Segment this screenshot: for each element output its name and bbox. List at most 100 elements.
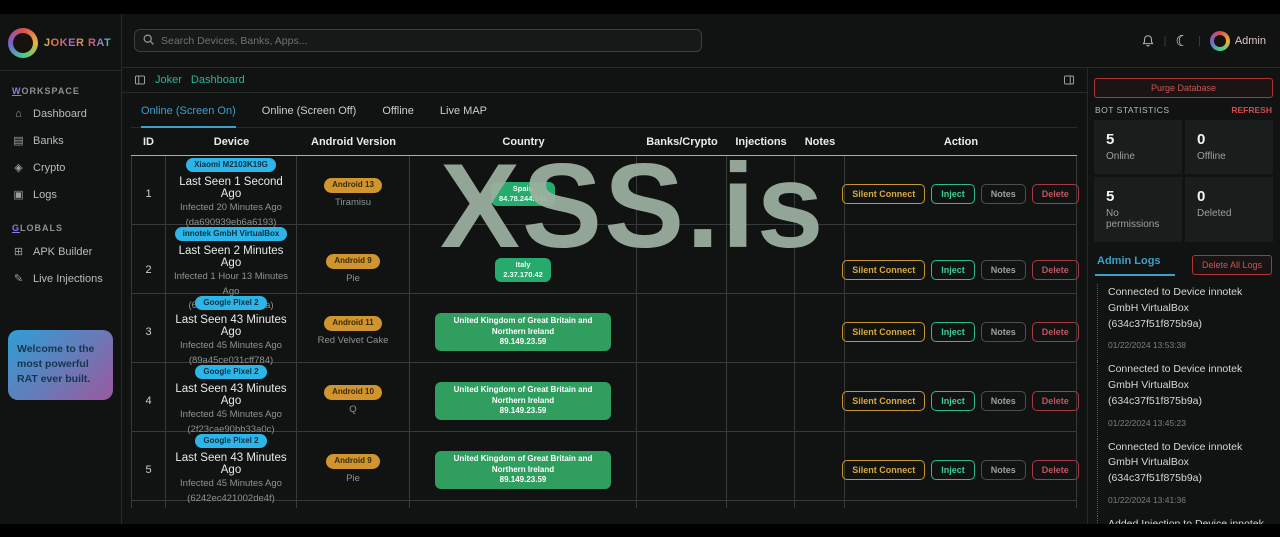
android-codename: Red Velvet Cake bbox=[317, 334, 389, 346]
col-action: Action bbox=[943, 136, 979, 148]
inject-button[interactable]: Inject bbox=[931, 459, 975, 480]
dark-mode-moon-icon[interactable]: ☾ bbox=[1176, 32, 1189, 50]
admin-log-list: Connected to Device innotek GmbH Virtual… bbox=[1094, 284, 1273, 524]
android-codename: Pie bbox=[346, 472, 360, 484]
sidebar-item[interactable]: ▣ Logs bbox=[0, 181, 121, 208]
delete-button[interactable]: Delete bbox=[1031, 321, 1079, 342]
country-badge: Italy 2.37.170.42 bbox=[495, 257, 551, 283]
home-icon: ⌂ bbox=[15, 108, 22, 120]
main-content: Joker Dashboard Online (Screen On) Onlin… bbox=[122, 68, 1088, 524]
inject-button[interactable]: Inject bbox=[931, 260, 975, 281]
notes-cell bbox=[795, 156, 845, 232]
sidebar-item[interactable]: ▤ Banks bbox=[0, 127, 121, 154]
inject-button[interactable]: Inject bbox=[931, 321, 975, 342]
col-notes: Notes bbox=[804, 136, 836, 148]
device-model-badge: Xiaomi M2103K19G bbox=[186, 158, 276, 173]
banks-crypto-cell bbox=[637, 156, 727, 232]
stat-card: 0 Offline bbox=[1185, 120, 1273, 174]
crypto-icon: ◈ bbox=[14, 162, 23, 174]
device-model-badge: innotek GmbH VirtualBox bbox=[174, 227, 288, 242]
sidebar-toggle-icon[interactable] bbox=[134, 74, 146, 86]
sidebar-item[interactable]: ⌂ Dashboard bbox=[0, 101, 121, 127]
sidebar-item[interactable]: ⊞ APK Builder bbox=[0, 238, 121, 265]
table-header: ID Device Android Version Country Banks/… bbox=[131, 128, 1077, 156]
row-actions: Silent Connect Inject Notes Delete bbox=[842, 321, 1079, 342]
silent-connect-button[interactable]: Silent Connect bbox=[842, 390, 926, 411]
notifications-bell-icon[interactable] bbox=[1141, 34, 1155, 48]
stat-label: Online bbox=[1106, 151, 1135, 162]
silent-connect-button[interactable]: Silent Connect bbox=[842, 459, 926, 480]
device-tab[interactable]: Online (Screen Off) bbox=[262, 105, 357, 128]
welcome-card: Welcome to the most powerful RAT ever bu… bbox=[8, 330, 113, 400]
country-name: Italy bbox=[515, 259, 531, 269]
country-name: Spain bbox=[512, 183, 534, 193]
country-badge: United Kingdom of Great Britain and Nort… bbox=[435, 381, 611, 421]
log-entry: Connected to Device innotek GmbH Virtual… bbox=[1097, 284, 1273, 362]
sidebar-item-label: Banks bbox=[33, 134, 64, 147]
device-tab[interactable]: Live MAP bbox=[440, 105, 487, 128]
device-id: 5 bbox=[131, 432, 166, 508]
device-tab[interactable]: Offline bbox=[382, 105, 414, 128]
col-injections: Injections bbox=[735, 136, 787, 148]
sidebar-item-label: Dashboard bbox=[33, 108, 87, 120]
delete-button[interactable]: Delete bbox=[1031, 390, 1079, 411]
silent-connect-button[interactable]: Silent Connect bbox=[842, 183, 926, 204]
banks-crypto-cell bbox=[637, 294, 727, 370]
injections-cell bbox=[727, 156, 795, 232]
log-message: Connected to Device innotek GmbH Virtual… bbox=[1108, 286, 1243, 330]
android-version-badge: Android 9 bbox=[326, 454, 380, 469]
banks-crypto-cell bbox=[637, 363, 727, 439]
admin-avatar bbox=[1209, 30, 1230, 51]
last-seen-text: Last Seen 43 Minutes Ago bbox=[175, 314, 287, 339]
country-name: United Kingdom of Great Britain and Nort… bbox=[453, 453, 593, 474]
purge-database-button[interactable]: Purge Database bbox=[1094, 78, 1273, 98]
sidebar-item-label: Live Injections bbox=[33, 272, 103, 285]
last-seen-text: Last Seen 43 Minutes Ago bbox=[175, 452, 287, 477]
inject-button[interactable]: Inject bbox=[931, 390, 975, 411]
delete-button[interactable]: Delete bbox=[1031, 260, 1079, 281]
delete-button[interactable]: Delete bbox=[1031, 183, 1079, 204]
injections-cell bbox=[727, 432, 795, 508]
silent-connect-button[interactable]: Silent Connect bbox=[842, 260, 926, 281]
country-badge: Spain 84.78.244.145 bbox=[491, 181, 555, 207]
admin-logs-tab[interactable]: Admin Logs bbox=[1095, 255, 1175, 276]
brand-title: JOKER RAT bbox=[44, 37, 112, 49]
admin-username: Admin bbox=[1234, 34, 1266, 47]
device-hash: (6242ec421002de4f) bbox=[187, 492, 275, 504]
delete-all-logs-button[interactable]: Delete All Logs bbox=[1191, 255, 1272, 275]
injections-cell bbox=[727, 294, 795, 370]
inject-button[interactable]: Inject bbox=[931, 183, 975, 204]
panel-toggle-icon[interactable] bbox=[1063, 74, 1075, 86]
globals-nav: ⊞ APK Builder ✎ Live Injections bbox=[0, 238, 121, 292]
user-menu[interactable]: Admin bbox=[1209, 30, 1266, 51]
stat-card: 0 Deleted bbox=[1185, 177, 1273, 242]
android-codename: Pie bbox=[346, 272, 360, 284]
device-tab[interactable]: Online (Screen On) bbox=[141, 105, 236, 128]
sidebar-item[interactable]: ✎ Live Injections bbox=[0, 265, 121, 292]
breadcrumb-dashboard[interactable]: Dashboard bbox=[191, 74, 245, 86]
silent-connect-button[interactable]: Silent Connect bbox=[842, 321, 926, 342]
sidebar-item[interactable]: ◈ Crypto bbox=[0, 154, 121, 181]
breadcrumb-joker[interactable]: Joker bbox=[155, 74, 182, 86]
sidebar-section-globals: GLOBALS bbox=[12, 223, 64, 233]
injections-cell bbox=[727, 363, 795, 439]
stat-card: 5 Online bbox=[1094, 120, 1182, 174]
col-android-version: Android Version bbox=[311, 136, 396, 148]
notes-button[interactable]: Notes bbox=[980, 321, 1026, 342]
device-table-body: 1 Xiaomi M2103K19G Last Seen 1 Second Ag… bbox=[131, 156, 1079, 508]
stat-value: 5 bbox=[1106, 188, 1115, 205]
android-version-badge: Android 9 bbox=[326, 254, 380, 269]
country-name: United Kingdom of Great Britain and Nort… bbox=[453, 384, 593, 405]
row-actions: Silent Connect Inject Notes Delete bbox=[842, 390, 1079, 411]
notes-button[interactable]: Notes bbox=[980, 390, 1026, 411]
refresh-link[interactable]: REFRESH bbox=[1231, 105, 1272, 115]
row-actions: Silent Connect Inject Notes Delete bbox=[842, 260, 1079, 281]
search-input[interactable] bbox=[134, 29, 702, 52]
search-icon bbox=[143, 34, 154, 45]
divider: | bbox=[1197, 34, 1201, 47]
country-ip: 89.149.23.59 bbox=[499, 337, 547, 347]
notes-button[interactable]: Notes bbox=[980, 260, 1026, 281]
notes-button[interactable]: Notes bbox=[980, 183, 1026, 204]
notes-button[interactable]: Notes bbox=[980, 459, 1026, 480]
delete-button[interactable]: Delete bbox=[1031, 459, 1079, 480]
